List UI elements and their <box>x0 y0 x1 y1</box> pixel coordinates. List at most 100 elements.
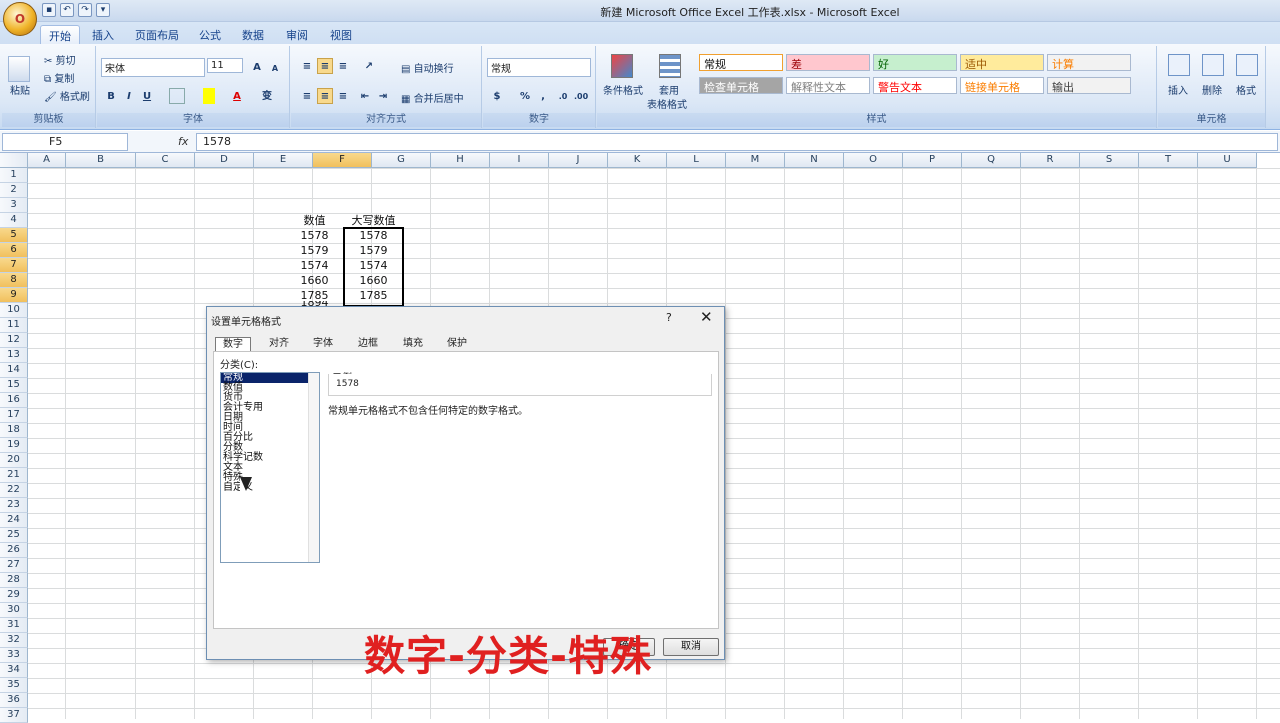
border-icon[interactable] <box>169 88 185 104</box>
row-header-2[interactable]: 2 <box>0 183 28 198</box>
row-header-8[interactable]: 8 <box>0 273 28 288</box>
row-header-32[interactable]: 32 <box>0 633 28 648</box>
col-header-h[interactable]: H <box>431 153 490 168</box>
align-top-icon[interactable]: ≡ <box>299 58 315 74</box>
align-left-icon[interactable]: ≡ <box>299 88 315 104</box>
formula-input[interactable]: 1578 <box>196 133 1278 151</box>
decrease-decimal-icon[interactable]: .00 <box>573 88 589 104</box>
comma-button[interactable]: , <box>535 88 551 104</box>
increase-indent-icon[interactable]: ⇥ <box>375 88 391 104</box>
col-header-m[interactable]: M <box>726 153 785 168</box>
format-button[interactable]: 格式 <box>1236 82 1256 97</box>
row-header-13[interactable]: 13 <box>0 348 28 363</box>
tab-insert[interactable]: 插入 <box>84 25 122 44</box>
copy-button[interactable]: ⧉ 复制 <box>44 70 74 85</box>
close-icon[interactable]: ✕ <box>700 308 713 326</box>
cell-style-2[interactable]: 好 <box>873 54 957 71</box>
decrease-indent-icon[interactable]: ⇤ <box>357 88 373 104</box>
tab-border[interactable]: 边框 <box>350 337 386 351</box>
row-header-19[interactable]: 19 <box>0 438 28 453</box>
fx-icon[interactable]: fx <box>178 135 188 148</box>
insert-button[interactable]: 插入 <box>1168 82 1188 97</box>
cell-e4[interactable]: 数值 <box>285 213 344 228</box>
cell-style-6[interactable]: 解释性文本 <box>786 77 870 94</box>
bold-button[interactable]: B <box>103 88 119 104</box>
tab-home[interactable]: 开始 <box>40 25 80 44</box>
cell-style-3[interactable]: 适中 <box>960 54 1044 71</box>
paste-icon[interactable] <box>8 56 30 82</box>
cell-e7[interactable]: 1574 <box>285 258 344 273</box>
row-header-36[interactable]: 36 <box>0 693 28 708</box>
col-header-o[interactable]: O <box>844 153 903 168</box>
col-header-t[interactable]: T <box>1139 153 1198 168</box>
tab-number[interactable]: 数字 <box>215 337 251 351</box>
tab-page-layout[interactable]: 页面布局 <box>127 25 187 44</box>
cell-style-4[interactable]: 计算 <box>1047 54 1131 71</box>
row-header-24[interactable]: 24 <box>0 513 28 528</box>
cell-e6[interactable]: 1579 <box>285 243 344 258</box>
row-header-23[interactable]: 23 <box>0 498 28 513</box>
row-header-25[interactable]: 25 <box>0 528 28 543</box>
cancel-button[interactable]: 取消 <box>663 638 719 656</box>
col-header-q[interactable]: Q <box>962 153 1021 168</box>
table-style-icon[interactable] <box>659 54 681 78</box>
format-painter-button[interactable]: 🖌 格式刷 <box>44 88 90 103</box>
percent-button[interactable]: % <box>517 88 533 104</box>
align-center-icon[interactable]: ≡ <box>317 88 333 104</box>
category-scrollbar[interactable] <box>308 373 319 562</box>
tab-view[interactable]: 视图 <box>322 25 360 44</box>
col-header-f[interactable]: F <box>313 153 372 168</box>
row-header-27[interactable]: 27 <box>0 558 28 573</box>
align-bottom-icon[interactable]: ≡ <box>335 58 351 74</box>
currency-icon[interactable]: $ <box>489 88 505 104</box>
delete-button[interactable]: 删除 <box>1202 82 1222 97</box>
table-style-label-2[interactable]: 表格格式 <box>647 96 687 111</box>
row-header-6[interactable]: 6 <box>0 243 28 258</box>
row-header-28[interactable]: 28 <box>0 573 28 588</box>
col-header-u[interactable]: U <box>1198 153 1257 168</box>
wrap-text-button[interactable]: ▤ 自动换行 <box>401 60 454 75</box>
row-header-22[interactable]: 22 <box>0 483 28 498</box>
row-header-10[interactable]: 10 <box>0 303 28 318</box>
col-header-g[interactable]: G <box>372 153 431 168</box>
col-header-a[interactable]: A <box>28 153 66 168</box>
row-header-9[interactable]: 9 <box>0 288 28 303</box>
align-middle-icon[interactable]: ≡ <box>317 58 333 74</box>
cell-style-7[interactable]: 警告文本 <box>873 77 957 94</box>
tab-formulas[interactable]: 公式 <box>191 25 229 44</box>
paste-button[interactable]: 粘贴 <box>10 82 30 97</box>
cell-style-5[interactable]: 检查单元格 <box>699 77 783 94</box>
tab-protection[interactable]: 保护 <box>439 337 475 351</box>
increase-decimal-icon[interactable]: .0 <box>555 88 571 104</box>
row-header-11[interactable]: 11 <box>0 318 28 333</box>
row-header-18[interactable]: 18 <box>0 423 28 438</box>
cell-style-0[interactable]: 常规 <box>699 54 783 71</box>
col-header-j[interactable]: J <box>549 153 608 168</box>
row-header-31[interactable]: 31 <box>0 618 28 633</box>
row-header-5[interactable]: 5 <box>0 228 28 243</box>
font-color-button[interactable]: A <box>229 88 245 104</box>
row-header-20[interactable]: 20 <box>0 453 28 468</box>
conditional-format-icon[interactable] <box>611 54 633 78</box>
row-header-35[interactable]: 35 <box>0 678 28 693</box>
row-header-14[interactable]: 14 <box>0 363 28 378</box>
category-list[interactable]: 常规 数值 货币 会计专用 日期 时间 百分比 分数 科学记数 文本 特殊 自定义 <box>220 372 320 563</box>
row-header-26[interactable]: 26 <box>0 543 28 558</box>
delete-icon[interactable] <box>1202 54 1224 76</box>
row-header-37[interactable]: 37 <box>0 708 28 723</box>
tab-alignment[interactable]: 对齐 <box>261 337 297 351</box>
col-header-s[interactable]: S <box>1080 153 1139 168</box>
office-button[interactable]: O <box>3 2 37 36</box>
font-size-select[interactable]: 11 <box>207 58 243 73</box>
col-header-d[interactable]: D <box>195 153 254 168</box>
help-button[interactable]: ? <box>666 311 672 324</box>
underline-button[interactable]: U <box>139 88 155 104</box>
row-header-4[interactable]: 4 <box>0 213 28 228</box>
cell-style-1[interactable]: 差 <box>786 54 870 71</box>
select-all-corner[interactable] <box>0 153 28 168</box>
category-item[interactable]: 自定义 <box>221 483 319 493</box>
tab-data[interactable]: 数据 <box>234 25 272 44</box>
row-header-7[interactable]: 7 <box>0 258 28 273</box>
col-header-p[interactable]: P <box>903 153 962 168</box>
tab-fill[interactable]: 填充 <box>395 337 431 351</box>
